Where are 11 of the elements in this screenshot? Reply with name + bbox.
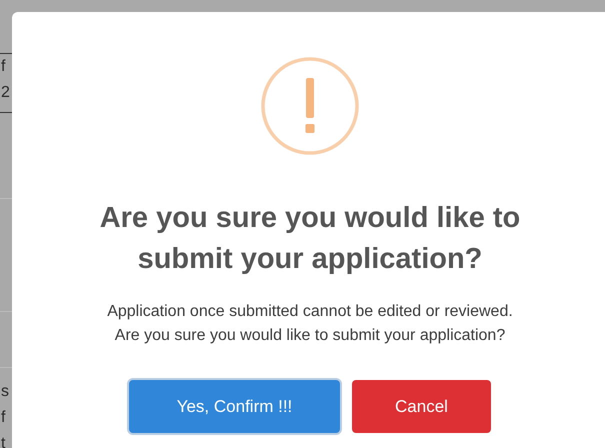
dialog-message: Are you sure you would like to submit your application?	[114, 326, 506, 346]
text-fragment: t	[1, 434, 6, 448]
text-fragment: s	[1, 382, 10, 402]
dialog-title: Are you sure you would like to submit your application?	[98, 201, 522, 277]
text-fragment: f	[1, 408, 6, 428]
text-fragment: f	[1, 57, 6, 77]
confirm-button[interactable]: Yes, Confirm !!!	[129, 380, 340, 433]
warning-icon	[260, 56, 360, 156]
dialog-message: Application once submitted cannot be edited or reviewed.	[107, 302, 513, 322]
text-fragment: 2	[1, 83, 11, 103]
cancel-button[interactable]: Cancel	[352, 380, 491, 433]
